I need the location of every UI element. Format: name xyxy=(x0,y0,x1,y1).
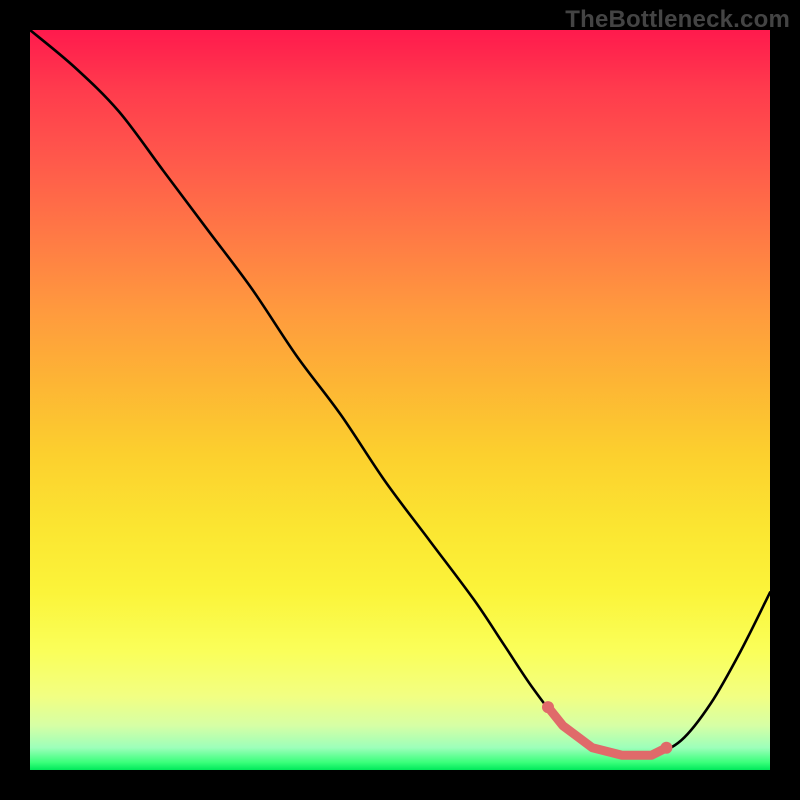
chart-frame: TheBottleneck.com xyxy=(0,0,800,800)
chart-overlay xyxy=(30,30,770,770)
optimal-range-highlight xyxy=(548,707,666,755)
bottleneck-curve xyxy=(30,30,770,757)
highlight-endpoint-dot xyxy=(542,701,554,713)
watermark-text: TheBottleneck.com xyxy=(565,6,790,34)
plot-area xyxy=(30,30,770,770)
highlight-endpoint-dot xyxy=(660,742,672,754)
